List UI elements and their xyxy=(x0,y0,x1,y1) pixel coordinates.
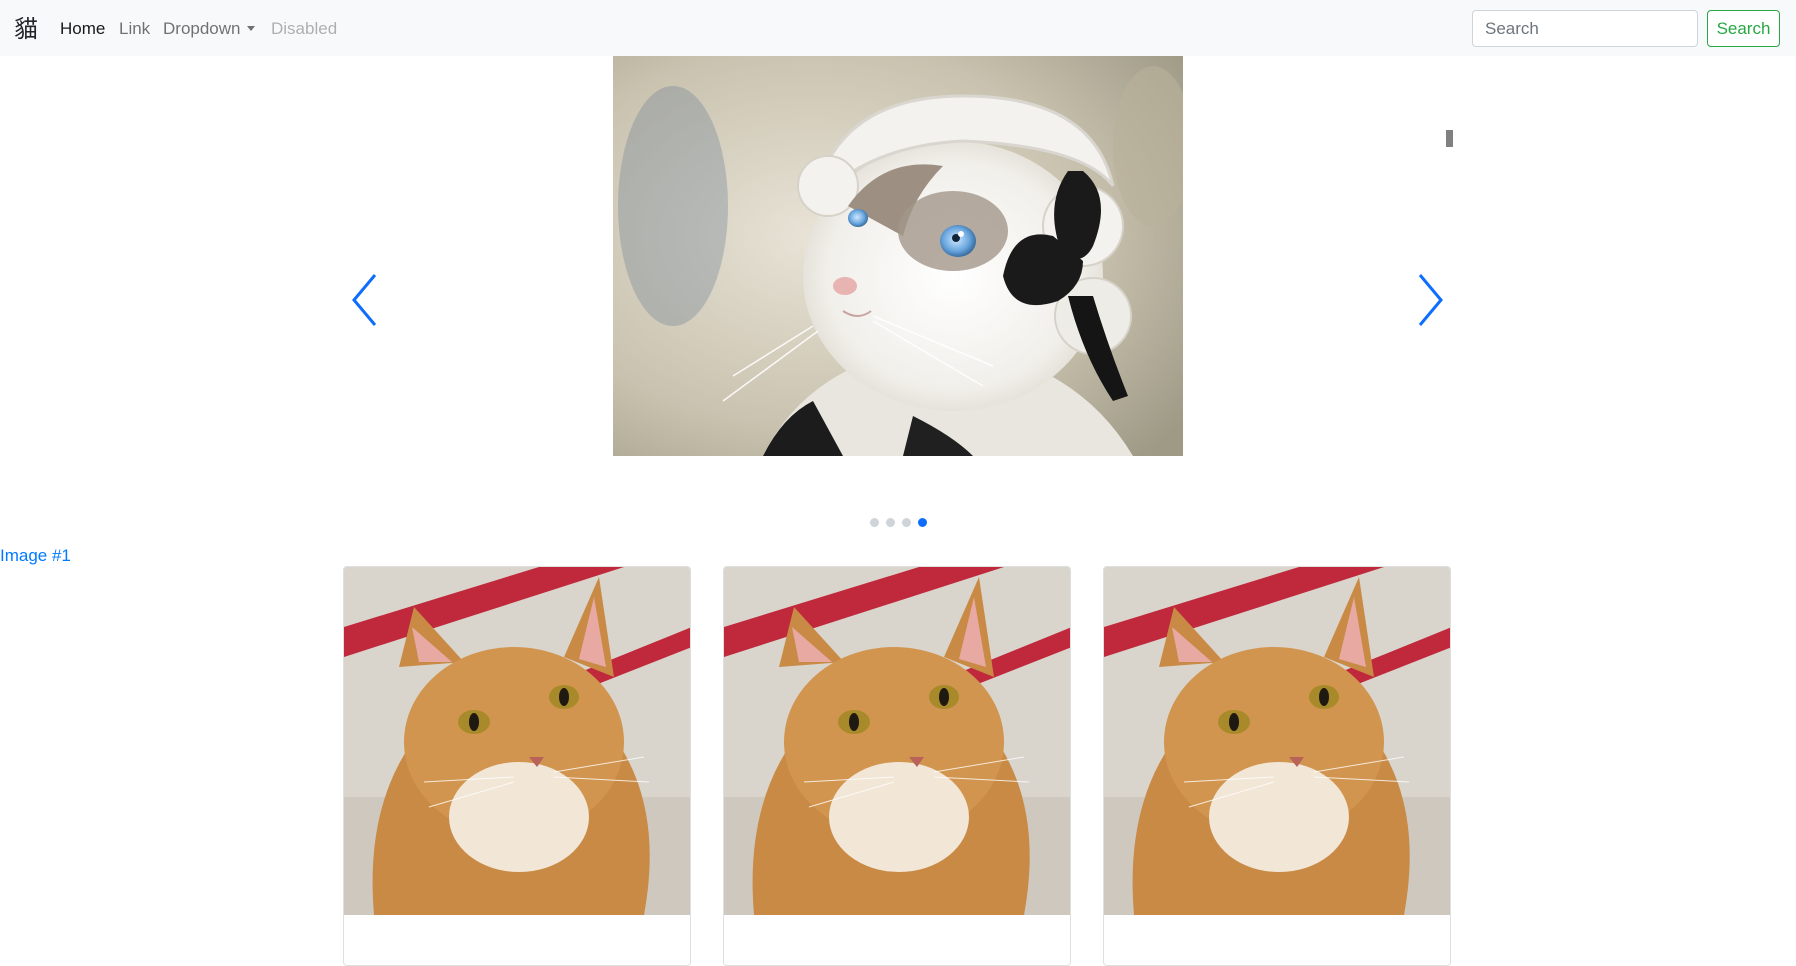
card-image xyxy=(724,567,1070,915)
card-image xyxy=(344,567,690,915)
carousel-indicator-3[interactable] xyxy=(902,518,911,527)
carousel-slide-image xyxy=(613,56,1183,456)
search-button[interactable]: Search xyxy=(1707,10,1780,47)
nav-link-home[interactable]: Home xyxy=(60,19,105,39)
cat-card[interactable] xyxy=(343,566,691,966)
cat-card[interactable] xyxy=(723,566,1071,966)
carousel-indicator-2[interactable] xyxy=(886,518,895,527)
carousel-indicator-1[interactable] xyxy=(870,518,879,527)
image-link[interactable]: Image #1 xyxy=(0,546,71,566)
navbar: 貓 Home Link Dropdown Disabled Search xyxy=(0,0,1796,56)
carousel-indicators xyxy=(870,518,927,527)
caret-down-icon xyxy=(246,26,255,31)
navbar-brand[interactable]: 貓 xyxy=(14,14,38,44)
nav-dropdown-label: Dropdown xyxy=(163,19,241,38)
cat-card[interactable] xyxy=(1103,566,1451,966)
carousel-indicator-4[interactable] xyxy=(918,518,927,527)
nav-link-disabled: Disabled xyxy=(271,19,338,38)
nav-link-link[interactable]: Link xyxy=(119,19,150,39)
search-input[interactable] xyxy=(1472,10,1698,47)
scroll-marker xyxy=(1446,130,1453,147)
carousel-next-arrow-icon[interactable] xyxy=(1413,272,1447,328)
carousel-prev-arrow-icon[interactable] xyxy=(348,272,382,328)
card-image xyxy=(1104,567,1450,915)
nav-dropdown-toggle[interactable]: Dropdown xyxy=(163,19,255,39)
